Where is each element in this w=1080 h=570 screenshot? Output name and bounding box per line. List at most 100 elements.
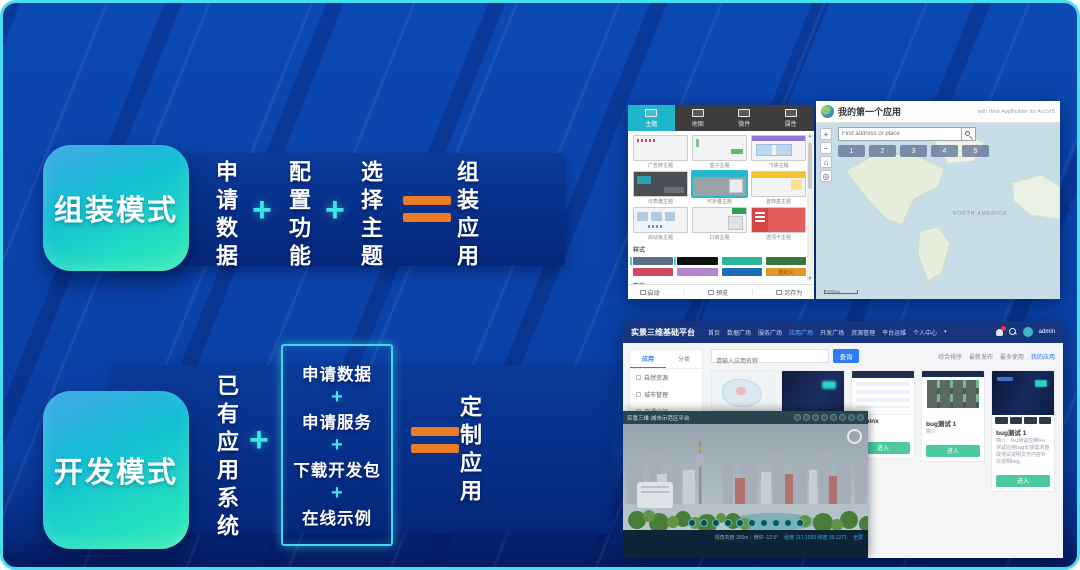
widget-button-1[interactable]: 1 (838, 145, 865, 157)
viewer-dock-icon[interactable] (748, 519, 756, 527)
search-icon[interactable] (1009, 328, 1017, 336)
viewer-dock-icon[interactable] (688, 519, 696, 527)
scrollbar[interactable]: ▲ ▼ (807, 133, 813, 282)
theme-option[interactable]: 仪表盘主题 (633, 171, 688, 204)
nav-ops[interactable]: 平台运维 (882, 328, 906, 337)
viewer-status-left: 视角高度 356m｜俯仰 -12.5° (715, 534, 779, 541)
viewer-dock-icon[interactable] (784, 519, 792, 527)
theme-option[interactable]: 启动板主题 (633, 207, 688, 240)
widget-button-3[interactable]: 3 (900, 145, 927, 157)
filter-composite[interactable]: 综合排序 (938, 352, 962, 361)
theme-option[interactable]: 飞镖主题 (751, 135, 806, 168)
style-swatch[interactable] (677, 257, 717, 265)
compass-icon[interactable] (847, 429, 862, 444)
viewer-dock-icon[interactable] (760, 519, 768, 527)
app-card[interactable]: bug测试 1 简介 进入 (921, 370, 985, 462)
theme-option[interactable]: 选项卡主题 (751, 207, 806, 240)
my-apps-link[interactable]: 我的应用 (1031, 352, 1055, 361)
theme-option[interactable]: 口袋主题 (692, 207, 747, 240)
nav-app-market[interactable]: 应用广场 (789, 328, 813, 337)
nav-resource-mgmt[interactable]: 资源管理 (851, 328, 875, 337)
viewer-tool-icon[interactable] (803, 414, 810, 421)
tab-attribute[interactable]: 属性 (768, 105, 815, 131)
save-as-button[interactable]: 另存为 (776, 288, 802, 297)
sidebar-tab-category[interactable]: 分类 (666, 350, 702, 368)
style-swatch[interactable] (633, 257, 673, 265)
attribute-tab-icon (785, 109, 797, 117)
widget-button-5[interactable]: 5 (962, 145, 989, 157)
search-input[interactable] (839, 128, 961, 140)
category-item[interactable]: 城市管理 (630, 386, 702, 403)
app-search-input[interactable] (712, 356, 828, 368)
webmap-title: 我的第一个应用 (838, 105, 901, 118)
preview-button[interactable]: 预览 (708, 288, 728, 297)
zoom-in-button[interactable]: + (820, 128, 832, 140)
nav-home[interactable]: 首页 (708, 328, 720, 337)
viewer-dock-icon[interactable] (796, 519, 804, 527)
home-button[interactable]: ⌂ (820, 156, 832, 168)
app-card[interactable]: bug测试 1 简介：t+u测试应用t+u测试应用bug反馈需求整改测试说明文字… (991, 370, 1055, 492)
style-swatch[interactable] (722, 257, 762, 265)
assembly-mode-label: 组装模式 (54, 187, 178, 229)
widget-button-2[interactable]: 2 (869, 145, 896, 157)
scroll-up-icon[interactable]: ▲ (808, 133, 813, 139)
viewer-title: 实景三维·城市示范区平台 (627, 414, 792, 422)
filter-newest[interactable]: 最新发布 (969, 352, 993, 361)
avatar[interactable] (1023, 327, 1033, 337)
style-swatch[interactable] (633, 268, 673, 276)
tab-theme[interactable]: 主题 (628, 105, 675, 131)
locate-button[interactable]: ◎ (820, 170, 832, 182)
webmap-preview-window: 我的第一个应用 with Web AppBuilder for ArcGIS N… (816, 101, 1060, 299)
tab-map[interactable]: 地图 (675, 105, 722, 131)
filter-most-used[interactable]: 最多使用 (1000, 352, 1024, 361)
viewer-tool-icon[interactable] (821, 414, 828, 421)
search-button[interactable] (961, 128, 975, 140)
style-swatch[interactable] (722, 268, 762, 276)
theme-name: 首饰盒主题 (751, 198, 806, 204)
theme-option[interactable]: 盒子主题 (692, 135, 747, 168)
viewer-tool-icon[interactable] (794, 414, 801, 421)
viewer-tool-icon[interactable] (812, 414, 819, 421)
enter-app-button[interactable]: 进入 (996, 475, 1050, 487)
scroll-thumb[interactable] (808, 143, 812, 189)
theme-option[interactable]: 广告牌主题 (633, 135, 688, 168)
viewer-tool-icon[interactable] (857, 414, 864, 421)
theme-name: 可折叠主题 (692, 198, 747, 204)
city-3d-scene[interactable] (623, 424, 868, 530)
viewer-tool-icon[interactable] (848, 414, 855, 421)
slide-canvas: 组装模式 申请数据 + 配置功能 + 选择主题 组装应用 开发模式 已有应用系统… (0, 0, 1080, 570)
tab-widget[interactable]: 微件 (721, 105, 768, 131)
nav-service-market[interactable]: 服务广场 (758, 328, 782, 337)
viewer-dock-icon[interactable] (736, 519, 744, 527)
viewer-tool-icon[interactable] (830, 414, 837, 421)
theme-option-selected[interactable]: 可折叠主题 (692, 171, 747, 204)
launch-button[interactable]: 启动 (640, 288, 660, 297)
app-thumbnail (712, 371, 774, 415)
search-submit-button[interactable]: 查询 (833, 349, 859, 363)
style-swatch[interactable] (766, 257, 806, 265)
category-item[interactable]: 自然资源 (630, 369, 702, 386)
nav-dev-market[interactable]: 开发广场 (820, 328, 844, 337)
zoom-out-button[interactable]: − (820, 142, 832, 154)
viewer-dock-icon[interactable] (724, 519, 732, 527)
map-canvas[interactable]: NORTH AMERICA + − ⌂ ◎ 1 2 3 4 5 (816, 123, 1060, 299)
nav-data-market[interactable]: 数据广场 (727, 328, 751, 337)
scroll-down-icon[interactable]: ▼ (808, 276, 813, 282)
enter-app-button[interactable]: 进入 (926, 445, 980, 457)
notification-bell-icon[interactable] (996, 329, 1003, 336)
widget-button-4[interactable]: 4 (931, 145, 958, 157)
viewer-dock-icon[interactable] (700, 519, 708, 527)
nav-personal-center[interactable]: 个人中心 (913, 328, 937, 337)
viewer-tool-icon[interactable] (839, 414, 846, 421)
style-swatch[interactable] (677, 268, 717, 276)
checkbox-icon[interactable] (636, 375, 641, 380)
theme-thumbnail (633, 135, 688, 161)
builder-body: 广告牌主题 盒子主题 飞镖主题 仪表盘主题 (628, 131, 814, 284)
theme-option[interactable]: 首饰盒主题 (751, 171, 806, 204)
sidebar-tab-apps[interactable]: 应用 (630, 350, 666, 368)
checkbox-icon[interactable] (636, 392, 641, 397)
fullscreen-link[interactable]: 全屏 (853, 534, 863, 541)
viewer-dock-icon[interactable] (772, 519, 780, 527)
viewer-dock-icon[interactable] (712, 519, 720, 527)
style-swatch-custom[interactable]: 自定义 (766, 268, 806, 276)
